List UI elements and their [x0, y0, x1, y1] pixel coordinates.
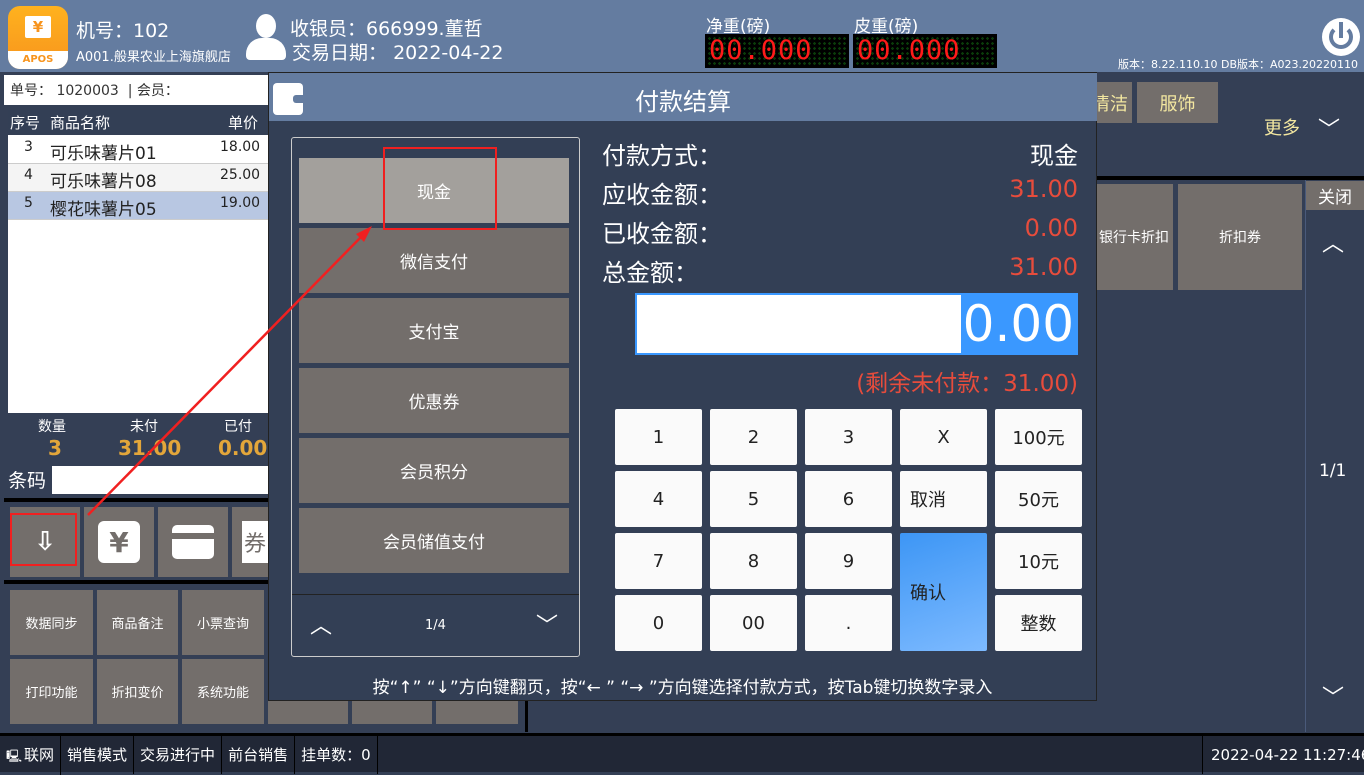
- annotation-arrow: [87, 226, 372, 516]
